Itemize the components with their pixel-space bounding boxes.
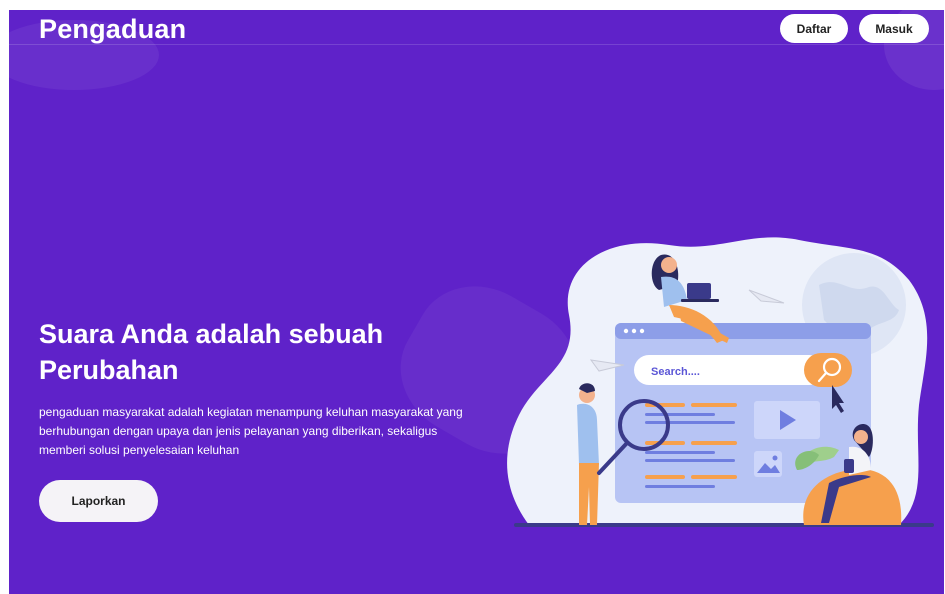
hero-illustration: Search.... xyxy=(507,237,934,527)
hero-title: Suara Anda adalah sebuah Perubahan xyxy=(39,319,384,385)
report-button[interactable]: Laporkan xyxy=(39,480,158,522)
page-frame: Pengaduan Daftar Masuk Suara Anda adalah… xyxy=(9,10,944,594)
play-icon xyxy=(754,401,820,439)
register-button[interactable]: Daftar xyxy=(780,14,848,43)
image-icon xyxy=(754,451,782,477)
brand-logo[interactable]: Pengaduan xyxy=(39,14,186,45)
hero-description: pengaduan masyarakat adalah kegiatan men… xyxy=(39,405,463,457)
login-button[interactable]: Masuk xyxy=(859,14,929,43)
search-placeholder: Search.... xyxy=(651,366,700,378)
search-bar: Search.... xyxy=(634,353,852,387)
